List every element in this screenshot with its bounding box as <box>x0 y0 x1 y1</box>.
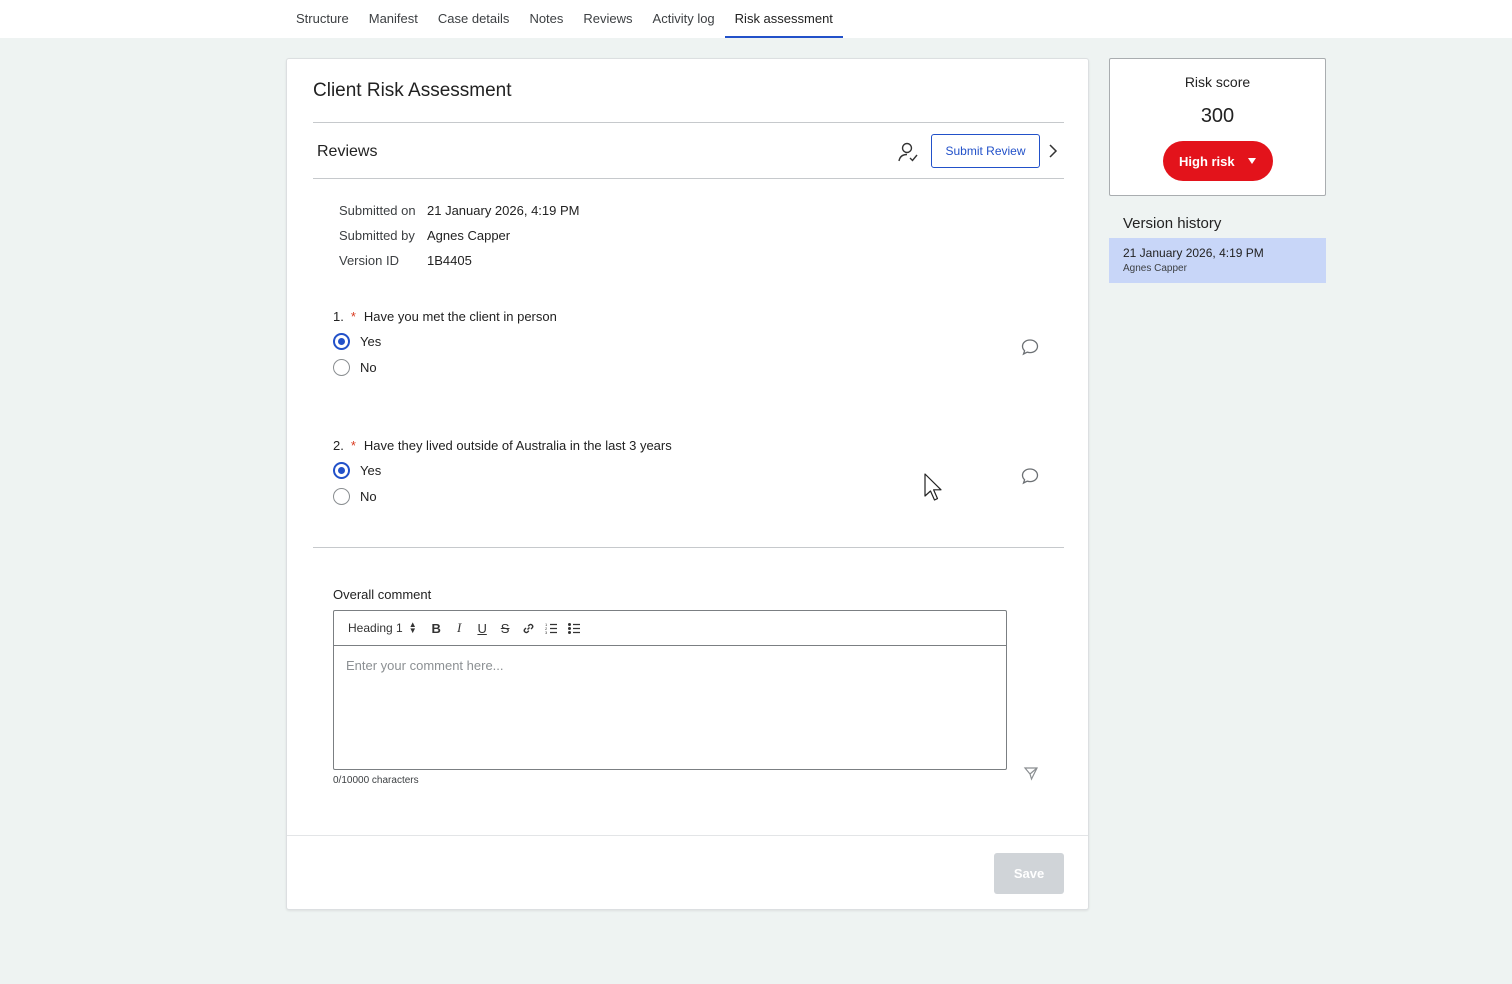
option-label: Yes <box>360 462 382 478</box>
question-text: Have you met the client in person <box>363 308 557 324</box>
tab-activity-log[interactable]: Activity log <box>643 0 725 38</box>
radio-yes[interactable] <box>333 332 350 350</box>
radio-yes[interactable] <box>333 461 350 479</box>
top-nav-bar: Structure Manifest Case details Notes Re… <box>0 0 1512 38</box>
character-count: 0/10000 characters <box>333 775 419 786</box>
tab-notes[interactable]: Notes <box>519 0 573 38</box>
option-label: Yes <box>360 333 382 349</box>
mouse-cursor-icon <box>924 473 942 501</box>
question-header: 1. * Have you met the client in person <box>333 307 557 325</box>
heading-select[interactable]: Heading 1 ▲ ▼ <box>348 620 417 636</box>
question-header: 2. * Have they lived outside of Australi… <box>333 436 672 454</box>
ordered-list-icon[interactable]: 123 <box>540 618 563 638</box>
heading-select-value: Heading 1 <box>348 621 403 635</box>
version-id-label: Version ID <box>339 253 399 268</box>
comment-icon[interactable] <box>1020 466 1040 486</box>
strikethrough-icon[interactable]: S <box>494 618 517 638</box>
bold-icon[interactable]: B <box>425 618 448 638</box>
radio-no[interactable] <box>333 358 350 376</box>
footer-divider <box>287 835 1088 836</box>
bullet-list-icon[interactable] <box>563 618 586 638</box>
submitted-by-value: Agnes Capper <box>427 228 511 243</box>
risk-level-label: High risk <box>1179 153 1235 169</box>
reviews-heading: Reviews <box>317 143 378 160</box>
option-label: No <box>360 359 377 375</box>
caret-down-icon <box>1248 158 1256 164</box>
svg-text:3: 3 <box>545 630 548 635</box>
required-marker: * <box>350 437 356 453</box>
tab-list: Structure Manifest Case details Notes Re… <box>286 0 843 38</box>
meta-row-submitted-on: Submitted on 21 January 2026, 4:19 PM <box>339 198 580 223</box>
tab-manifest[interactable]: Manifest <box>359 0 428 38</box>
comment-icon[interactable] <box>1020 337 1040 357</box>
option-no[interactable]: No <box>333 483 672 509</box>
option-yes[interactable]: Yes <box>333 457 672 483</box>
tab-risk-assessment[interactable]: Risk assessment <box>724 0 843 38</box>
question-1: 1. * Have you met the client in person Y… <box>333 307 557 380</box>
question-text: Have they lived outside of Australia in … <box>363 437 672 453</box>
link-icon[interactable] <box>517 618 540 638</box>
chevron-right-icon[interactable] <box>1046 143 1060 159</box>
divider <box>313 547 1064 548</box>
version-date: 21 January 2026, 4:19 PM <box>1123 246 1264 260</box>
divider <box>313 178 1064 179</box>
editor-toolbar: Heading 1 ▲ ▼ B I U S 123 <box>334 611 1006 646</box>
select-arrows-icon: ▲ ▼ <box>408 620 417 635</box>
risk-assessment-card: Client Risk Assessment Reviews Submit Re… <box>286 58 1089 910</box>
question-2: 2. * Have they lived outside of Australi… <box>333 436 672 509</box>
tab-reviews[interactable]: Reviews <box>573 0 642 38</box>
option-label: No <box>360 488 377 504</box>
meta-row-submitted-by: Submitted by Agnes Capper <box>339 223 580 248</box>
question-number: 1. <box>333 308 344 324</box>
rich-text-editor: Heading 1 ▲ ▼ B I U S 123 Enter your comm… <box>333 610 1007 770</box>
version-history-title: Version history <box>1123 215 1222 232</box>
risk-score-value: 300 <box>1200 105 1235 127</box>
submitted-by-label: Submitted by <box>339 228 415 243</box>
overall-comment-label: Overall comment <box>333 587 432 602</box>
italic-icon[interactable]: I <box>448 618 471 638</box>
question-number: 2. <box>333 437 344 453</box>
required-marker: * <box>350 308 356 324</box>
option-no[interactable]: No <box>333 354 557 380</box>
risk-level-dropdown[interactable]: High risk <box>1163 141 1273 181</box>
version-history-item[interactable]: 21 January 2026, 4:19 PM Agnes Capper <box>1109 238 1326 283</box>
submission-meta: Submitted on 21 January 2026, 4:19 PM Su… <box>339 198 580 273</box>
risk-score-card: Risk score 300 High risk <box>1109 58 1326 196</box>
meta-row-version-id: Version ID 1B4405 <box>339 248 580 273</box>
comment-input[interactable]: Enter your comment here... <box>334 646 1006 769</box>
tab-case-details[interactable]: Case details <box>428 0 520 38</box>
save-button[interactable]: Save <box>994 853 1064 894</box>
send-icon[interactable] <box>1023 765 1039 781</box>
risk-score-label: Risk score <box>1184 74 1251 90</box>
user-check-icon[interactable] <box>897 141 919 163</box>
underline-icon[interactable]: U <box>471 618 494 638</box>
page-title: Client Risk Assessment <box>313 80 512 101</box>
submitted-on-label: Submitted on <box>339 203 416 218</box>
submitted-on-value: 21 January 2026, 4:19 PM <box>427 203 580 218</box>
version-id-value: 1B4405 <box>427 253 472 268</box>
version-user: Agnes Capper <box>1123 263 1187 274</box>
tab-structure[interactable]: Structure <box>286 0 359 38</box>
submit-review-button[interactable]: Submit Review <box>931 134 1040 168</box>
divider <box>313 122 1064 123</box>
radio-no[interactable] <box>333 487 350 505</box>
option-yes[interactable]: Yes <box>333 328 557 354</box>
